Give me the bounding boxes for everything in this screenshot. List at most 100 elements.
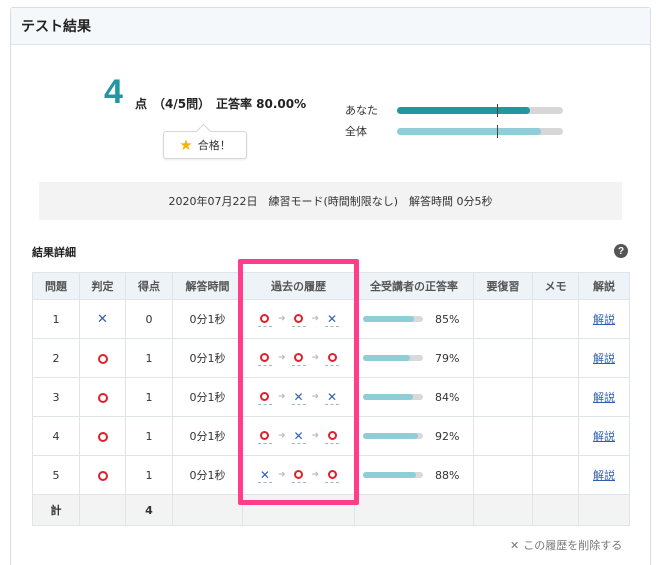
wrong-mark-icon: ✕ — [259, 467, 270, 482]
time-cell: 0分1秒 — [172, 377, 243, 417]
col-header: 解説 — [578, 272, 630, 300]
history-item — [325, 350, 340, 366]
arrow-right-icon: ➜ — [277, 470, 286, 480]
correct-mark-icon — [327, 353, 337, 362]
rate-text: 88% — [435, 468, 460, 482]
correct-mark-icon — [260, 353, 270, 362]
pass-badge: ★ 合格！ — [163, 131, 247, 159]
review-cell[interactable] — [473, 299, 533, 339]
col-header: 問題 — [32, 272, 80, 300]
arrow-right-icon: ➜ — [311, 431, 320, 441]
question-number: 3 — [32, 377, 80, 417]
history-cell: ➜ ✕ ➜ ✕ — [242, 377, 355, 417]
compare-label-you: あなた — [345, 104, 378, 117]
rate-bar-fill — [363, 394, 414, 400]
arrow-right-icon: ➜ — [277, 431, 286, 441]
col-header: 解答時間 — [172, 272, 243, 300]
delete-history-link[interactable]: ✕ この履歴を削除する — [510, 537, 622, 553]
history-item — [291, 350, 306, 366]
delete-history-label: この履歴を削除する — [523, 539, 623, 552]
correct-mark-icon — [294, 353, 303, 362]
judge-cell: ✕ — [79, 299, 126, 339]
test-result-panel: テスト結果 4 点 （4/5問） 正答率 80.00% ★ 合格！ あなた 全体… — [10, 7, 651, 565]
question-number: 2 — [32, 338, 80, 378]
compare-fill-all — [397, 127, 542, 135]
rate-text: 85% — [435, 312, 460, 326]
rate-bar-fill — [363, 316, 414, 322]
help-icon[interactable]: ? — [614, 244, 628, 258]
history-cell: ✕ ➜ ➜ — [242, 455, 355, 495]
score-count: （4/5問） — [153, 97, 211, 111]
compare-marker — [497, 103, 498, 117]
rate-bar — [363, 472, 423, 478]
review-cell[interactable] — [473, 338, 533, 378]
compare-fill-you — [397, 106, 530, 114]
correct-mark-icon — [97, 392, 108, 403]
table-row: 5 1 0分1秒 ✕ ➜ ➜ 88% 解説 — [32, 455, 630, 495]
score-cell: 0 — [125, 299, 173, 339]
history-item: ✕ — [257, 467, 272, 483]
col-header: 過去の履歴 — [242, 272, 355, 300]
explanation-cell: 解説 — [578, 338, 630, 378]
compare-track-you — [397, 103, 563, 117]
table-row: 3 1 0分1秒 ➜ ✕ ➜ ✕ 84% 解説 — [32, 377, 630, 417]
explanation-link[interactable]: 解説 — [593, 313, 615, 326]
explanation-link[interactable]: 解説 — [593, 469, 615, 482]
history-item — [291, 311, 306, 327]
correct-mark-icon — [260, 314, 270, 323]
memo-cell[interactable] — [532, 338, 579, 378]
rate-bar — [363, 316, 423, 322]
memo-cell[interactable] — [532, 416, 579, 456]
explanation-cell: 解説 — [578, 377, 630, 417]
review-cell[interactable] — [473, 377, 533, 417]
score-cell: 1 — [125, 338, 173, 378]
history-item — [257, 350, 272, 366]
rate-cell: 84% — [354, 377, 474, 417]
table-row: 4 1 0分1秒 ➜ ✕ ➜ 92% 解説 — [32, 416, 630, 456]
history-item — [291, 467, 306, 483]
history-item: ✕ — [291, 428, 306, 444]
explanation-link[interactable]: 解説 — [593, 391, 615, 404]
compare-row-all: 全体 — [345, 123, 563, 139]
col-header: メモ — [532, 272, 579, 300]
review-cell[interactable] — [473, 455, 533, 495]
memo-cell[interactable] — [532, 377, 579, 417]
memo-cell[interactable] — [532, 455, 579, 495]
judge-cell — [79, 416, 126, 456]
wrong-mark-icon: ✕ — [327, 389, 338, 404]
review-cell[interactable] — [473, 416, 533, 456]
wrong-mark-icon: ✕ — [97, 311, 108, 327]
compare-label-all: 全体 — [345, 125, 367, 138]
rate-bar-fill — [363, 355, 411, 361]
rate-bar-fill — [363, 433, 419, 439]
wrong-mark-icon: ✕ — [293, 428, 304, 443]
time-cell: 0分1秒 — [172, 299, 243, 339]
arrow-right-icon: ➜ — [277, 314, 286, 324]
judge-cell — [79, 377, 126, 417]
judge-cell — [79, 338, 126, 378]
memo-cell[interactable] — [532, 299, 579, 339]
history-item: ✕ — [325, 389, 340, 405]
history-item: ✕ — [291, 389, 306, 405]
history-item: ✕ — [325, 311, 340, 327]
explanation-cell: 解説 — [578, 299, 630, 339]
rate-cell: 92% — [354, 416, 474, 456]
wrong-mark-icon: ✕ — [327, 311, 338, 326]
history-cell: ➜ ✕ ➜ — [242, 416, 355, 456]
close-icon: ✕ — [510, 538, 520, 552]
rate-text: 79% — [435, 351, 460, 365]
correct-mark-icon — [327, 470, 337, 479]
question-number: 1 — [32, 299, 80, 339]
score-cell: 1 — [125, 377, 173, 417]
correct-mark-icon — [327, 431, 337, 440]
explanation-link[interactable]: 解説 — [593, 430, 615, 443]
total-label: 計 — [32, 494, 80, 526]
explanation-cell: 解説 — [578, 416, 630, 456]
time-cell: 0分1秒 — [172, 455, 243, 495]
score-area: 4 点 （4/5問） 正答率 80.00% ★ 合格！ あなた 全体 — [11, 46, 652, 186]
explanation-link[interactable]: 解説 — [593, 352, 615, 365]
rate-cell: 79% — [354, 338, 474, 378]
info-bar: 2020年07月22日 練習モード(時間制限なし) 解答時間 0分5秒 — [39, 182, 622, 220]
compare-track-all — [397, 124, 563, 138]
arrow-right-icon: ➜ — [311, 353, 320, 363]
